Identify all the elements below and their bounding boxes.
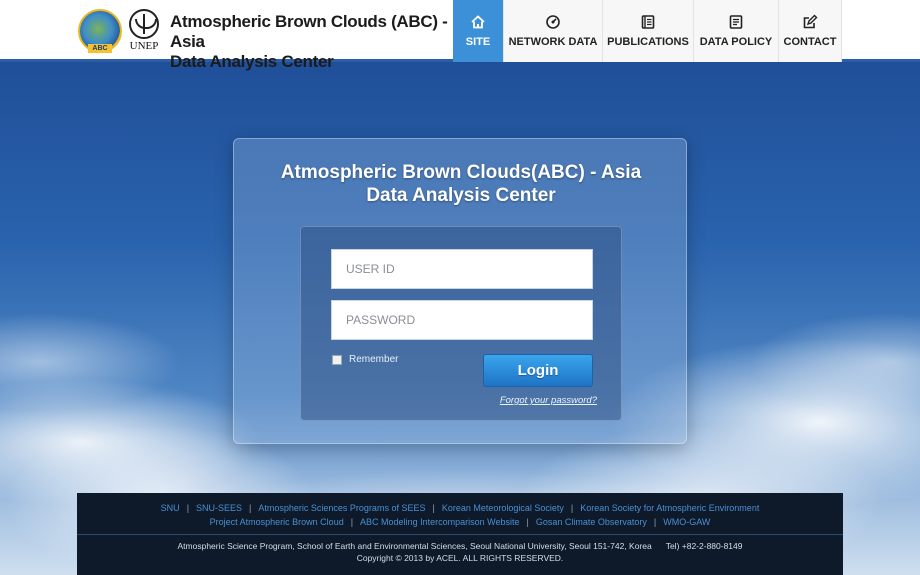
footer-separator: | xyxy=(186,503,190,513)
remember-label: Remember xyxy=(349,354,399,365)
main-nav: SITE NETWORK DATA PUBLICATIONS DATA POLI… xyxy=(453,0,842,62)
login-title: Atmospheric Brown Clouds(ABC) - Asia Dat… xyxy=(234,161,688,207)
footer-link-atmospheric-programs[interactable]: Atmospheric Sciences Programs of SEES xyxy=(258,503,425,513)
header: ABC UNEP Atmospheric Brown Clouds (ABC) … xyxy=(0,0,920,71)
nav-item-label: NETWORK DATA xyxy=(508,36,598,48)
footer-separator: | xyxy=(526,517,529,527)
site-title-line1: Atmospheric Brown Clouds (ABC) - Asia xyxy=(170,12,448,51)
footer-divider xyxy=(77,534,843,535)
unep-logo[interactable]: UNEP xyxy=(126,9,162,53)
abc-logo-tag: ABC xyxy=(88,44,112,53)
footer-address-row: Atmospheric Science Program, School of E… xyxy=(77,540,843,552)
footer: SNU | SNU-SEES | Atmospheric Sciences Progra… xyxy=(77,493,843,575)
unep-logo-text: UNEP xyxy=(129,40,159,52)
footer-tel: Tel) +82-2-880-8149 xyxy=(665,541,743,551)
nav-item-site[interactable]: SITE xyxy=(453,0,503,62)
login-panel: Atmospheric Brown Clouds(ABC) - Asia Dat… xyxy=(233,138,687,444)
login-title-line2: Data Analysis Center xyxy=(366,185,556,206)
edit-icon xyxy=(802,14,818,30)
footer-address: Atmospheric Science Program, School of E… xyxy=(177,541,652,551)
remember-option[interactable]: Remember xyxy=(332,354,398,365)
footer-info: Atmospheric Science Program, School of E… xyxy=(77,540,843,564)
footer-separator: | xyxy=(653,517,657,527)
login-button[interactable]: Login xyxy=(483,354,593,387)
nav-item-data-policy[interactable]: DATA POLICY xyxy=(693,0,778,62)
unep-globe-icon xyxy=(129,9,159,39)
password-input[interactable] xyxy=(331,300,593,340)
footer-links: SNU | SNU-SEES | Atmospheric Sciences Progra… xyxy=(77,501,843,529)
nav-item-contact[interactable]: CONTACT xyxy=(778,0,842,62)
login-title-line1: Atmospheric Brown Clouds(ABC) - Asia xyxy=(280,162,642,183)
nav-item-publications[interactable]: PUBLICATIONS xyxy=(602,0,693,62)
abc-logo[interactable]: ABC xyxy=(78,9,122,53)
site-title[interactable]: Atmospheric Brown Clouds (ABC) - Asia Da… xyxy=(170,12,450,72)
footer-link-ksae[interactable]: Korean Society for Atmospheric Environme… xyxy=(580,503,759,513)
footer-links-row2: Project Atmospheric Brown Cloud | ABC Mode… xyxy=(77,515,843,529)
footer-copyright: Copyright © 2013 by ACEL. ALL RIGHTS RES… xyxy=(356,553,564,563)
home-icon xyxy=(470,14,486,30)
forgot-password-link[interactable]: Forgot your password? xyxy=(485,395,597,406)
document-icon xyxy=(728,14,744,30)
footer-separator: | xyxy=(432,503,435,513)
footer-link-abc-modeling[interactable]: ABC Modeling Intercomparison Website xyxy=(360,517,519,527)
login-form: Remember Login Forgot your password? xyxy=(300,226,622,421)
footer-link-kms[interactable]: Korean Meteorological Society xyxy=(442,503,564,513)
site-title-line2: Data Analysis Center xyxy=(170,52,334,71)
footer-separator: | xyxy=(350,517,354,527)
nav-item-label: SITE xyxy=(465,36,491,48)
footer-link-snu-sees[interactable]: SNU-SEES xyxy=(196,503,242,513)
footer-link-project-abc[interactable]: Project Atmospheric Brown Cloud xyxy=(210,517,344,527)
nav-item-network-data[interactable]: NETWORK DATA xyxy=(503,0,602,62)
footer-links-row1: SNU | SNU-SEES | Atmospheric Sciences Progra… xyxy=(77,501,843,515)
footer-separator: | xyxy=(570,503,574,513)
book-icon xyxy=(640,14,656,30)
nav-item-label: PUBLICATIONS xyxy=(607,36,689,48)
footer-link-snu[interactable]: SNU xyxy=(161,503,180,513)
footer-link-gosan[interactable]: Gosan Climate Observatory xyxy=(536,517,647,527)
network-icon xyxy=(545,14,561,30)
footer-separator: | xyxy=(249,503,252,513)
footer-link-wmo-gaw[interactable]: WMO-GAW xyxy=(663,517,710,527)
nav-item-label: CONTACT xyxy=(783,36,837,48)
nav-item-label: DATA POLICY xyxy=(699,36,773,48)
remember-checkbox[interactable] xyxy=(332,354,342,365)
user-id-input[interactable] xyxy=(331,249,593,289)
